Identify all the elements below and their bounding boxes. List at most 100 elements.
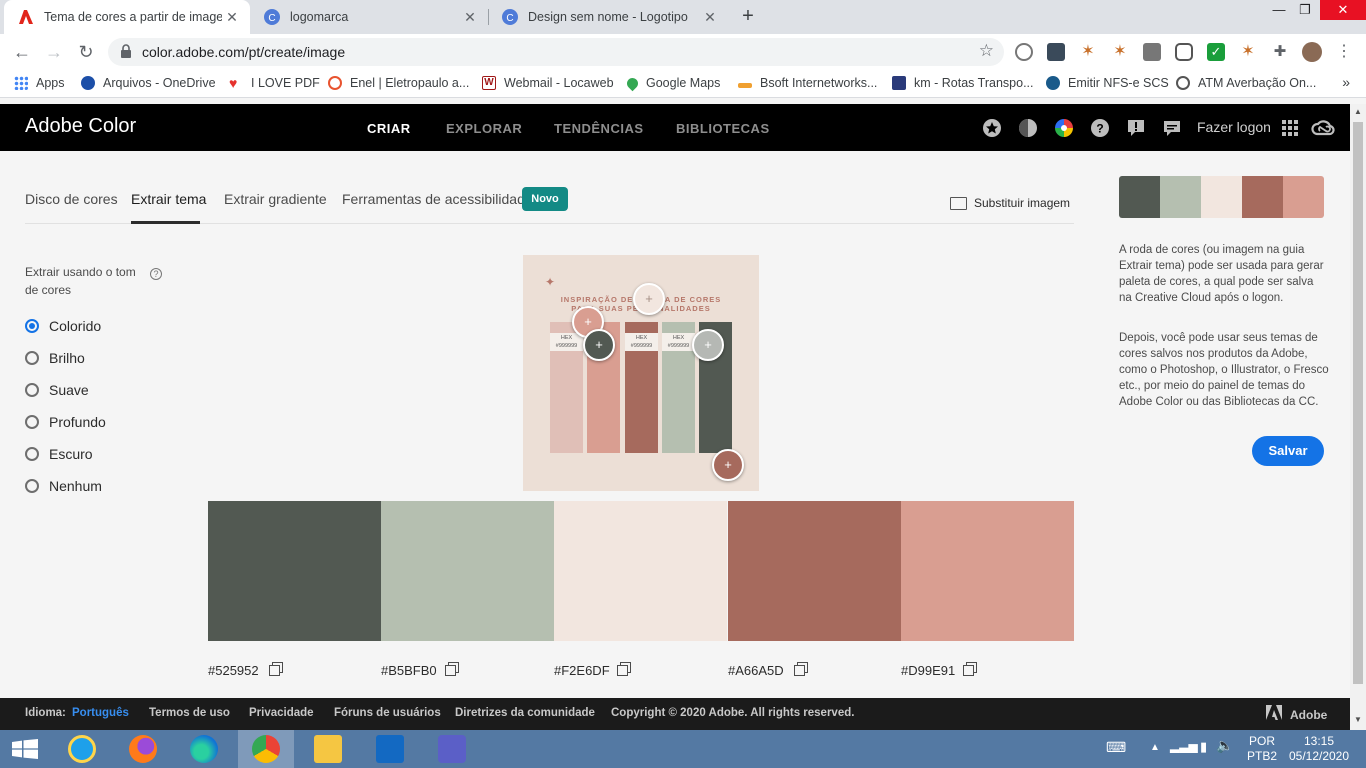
- copy-icon[interactable]: [963, 662, 977, 676]
- show-hidden-icons-icon[interactable]: ▲: [1150, 740, 1160, 755]
- color-picker-handle[interactable]: +: [712, 449, 744, 481]
- replace-image-button[interactable]: Substituir imagem: [950, 196, 1070, 210]
- radio-colorido[interactable]: Colorido: [25, 318, 101, 334]
- radio-profundo[interactable]: Profundo: [25, 414, 106, 430]
- radio-brilho[interactable]: Brilho: [25, 350, 85, 366]
- kebab-menu-icon[interactable]: ⋮: [1335, 43, 1353, 61]
- bookmarks-more-button[interactable]: »: [1342, 74, 1350, 90]
- keyboard-icon[interactable]: ⌨: [1106, 740, 1126, 755]
- color-picker-handle[interactable]: +: [692, 329, 724, 361]
- color-swatch[interactable]: [728, 501, 901, 641]
- maximize-button[interactable]: ❐: [1290, 0, 1320, 20]
- save-button[interactable]: Salvar: [1252, 436, 1324, 466]
- contrast-icon[interactable]: [1018, 118, 1038, 138]
- apps-grid-icon[interactable]: [1280, 118, 1300, 138]
- teams-app[interactable]: [424, 730, 480, 768]
- bookmark-atm[interactable]: ATM Averbação On...: [1176, 76, 1316, 90]
- radio-nenhum[interactable]: Nenhum: [25, 478, 102, 494]
- extension-icon[interactable]: ✶: [1079, 43, 1097, 61]
- radio-button[interactable]: [25, 447, 39, 461]
- nav-criar[interactable]: CRIAR: [367, 121, 411, 136]
- bookmark-apps[interactable]: Apps: [14, 76, 65, 90]
- instagram-icon[interactable]: [1175, 43, 1193, 61]
- internet-explorer-app[interactable]: [54, 730, 110, 768]
- footer-link-terms[interactable]: Termos de uso: [149, 707, 230, 719]
- extension-icon[interactable]: ✶: [1239, 43, 1257, 61]
- color-swatch[interactable]: [208, 501, 381, 641]
- bookmark-km-rotas[interactable]: km - Rotas Transpo...: [892, 76, 1033, 90]
- clock[interactable]: 13:15 05/12/2020: [1288, 734, 1350, 764]
- color-swatch[interactable]: [554, 501, 727, 641]
- hex-value[interactable]: #D99E91: [901, 663, 955, 678]
- scrollbar-thumb[interactable]: [1353, 122, 1363, 684]
- tab-extrair-gradiente[interactable]: Extrair gradiente: [224, 191, 327, 207]
- radio-button[interactable]: [25, 319, 39, 333]
- file-explorer-app[interactable]: [300, 730, 356, 768]
- bookmark-enel[interactable]: Enel | Eletropaulo a...: [328, 76, 469, 90]
- tab-extrair-tema[interactable]: Extrair tema: [131, 191, 206, 207]
- color-picker-handle[interactable]: +: [633, 283, 665, 315]
- tab-disco-de-cores[interactable]: Disco de cores: [25, 191, 118, 207]
- footer-link-forums[interactable]: Fóruns de usuários: [334, 707, 441, 719]
- bookmark-nfse[interactable]: Emitir NFS-e SCS: [1046, 76, 1169, 90]
- color-swatch[interactable]: [901, 501, 1074, 641]
- radio-button[interactable]: [25, 351, 39, 365]
- hex-value[interactable]: #B5BFB0: [381, 663, 437, 678]
- bookmark-star-icon[interactable]: ☆: [979, 41, 994, 61]
- tab-design-sem-nome[interactable]: C Design sem nome - Logotipo ✕: [488, 0, 728, 34]
- outlook-app[interactable]: [362, 730, 418, 768]
- avatar[interactable]: [1302, 42, 1322, 62]
- edge-app[interactable]: [176, 730, 232, 768]
- close-icon[interactable]: ✕: [460, 9, 480, 26]
- color-picker-handle[interactable]: +: [583, 329, 615, 361]
- address-bar[interactable]: color.adobe.com/pt/create/image ☆: [108, 38, 1004, 66]
- nav-explorar[interactable]: EXPLORAR: [446, 121, 522, 136]
- tab-logomarca[interactable]: C logomarca ✕: [250, 0, 488, 34]
- source-image[interactable]: ✦ INSPIRAÇÃO DE PALETA DE CORES PARA SUA…: [523, 255, 759, 491]
- windows-start-icon[interactable]: [12, 739, 38, 759]
- extension-icon[interactable]: [1015, 43, 1033, 61]
- radio-button[interactable]: [25, 479, 39, 493]
- bookmark-webmail[interactable]: W Webmail - Locaweb: [482, 76, 614, 90]
- copy-icon[interactable]: [617, 662, 631, 676]
- hex-value[interactable]: #F2E6DF: [554, 663, 610, 678]
- copy-icon[interactable]: [794, 662, 808, 676]
- new-tab-button[interactable]: +: [736, 5, 760, 29]
- puzzle-icon[interactable]: ✚: [1271, 43, 1289, 61]
- radio-button[interactable]: [25, 383, 39, 397]
- footer-link-privacy[interactable]: Privacidade: [249, 707, 314, 719]
- adobe-logo-icon[interactable]: [1266, 705, 1282, 720]
- hex-value[interactable]: #525952: [208, 663, 259, 678]
- close-icon[interactable]: ✕: [700, 9, 720, 26]
- reload-icon[interactable]: ↻: [74, 40, 98, 64]
- firefox-app[interactable]: [115, 730, 171, 768]
- check-icon[interactable]: ✓: [1207, 43, 1225, 61]
- network-icon[interactable]: ▂▃▅: [1170, 739, 1198, 754]
- forward-arrow-icon[interactable]: →: [42, 40, 66, 64]
- extension-icon[interactable]: ✶: [1111, 43, 1129, 61]
- footer-link-guidelines[interactable]: Diretrizes da comunidade: [455, 707, 595, 719]
- back-arrow-icon[interactable]: ←: [10, 40, 34, 64]
- copy-icon[interactable]: [445, 662, 459, 676]
- radio-suave[interactable]: Suave: [25, 382, 89, 398]
- close-icon[interactable]: ✕: [222, 9, 242, 26]
- input-language[interactable]: POR PTB2: [1247, 734, 1277, 764]
- extension-icon[interactable]: [1143, 43, 1161, 61]
- help-icon[interactable]: ?: [150, 268, 162, 280]
- scroll-up-arrow-icon[interactable]: ▲: [1350, 104, 1366, 120]
- help-icon[interactable]: ?: [1090, 118, 1110, 138]
- nav-bibliotecas[interactable]: BIBLIOTECAS: [676, 121, 770, 136]
- bookmark-ilovepdf[interactable]: ♥ I LOVE PDF: [229, 76, 320, 90]
- tab-ferramentas-acessibilidade[interactable]: Ferramentas de acessibilidade: [342, 191, 533, 207]
- language-selector[interactable]: Português: [72, 707, 129, 719]
- window-close-button[interactable]: ✕: [1320, 0, 1366, 20]
- chrome-app[interactable]: [238, 730, 294, 768]
- feedback-alert-icon[interactable]: [1126, 118, 1146, 138]
- bookmark-bsoft[interactable]: Bsoft Internetworks...: [738, 76, 877, 90]
- bookmark-onedrive[interactable]: Arquivos - OneDrive: [81, 76, 216, 90]
- copy-icon[interactable]: [269, 662, 283, 676]
- chat-icon[interactable]: [1162, 118, 1182, 138]
- site-logo[interactable]: Adobe Color: [25, 115, 136, 138]
- battery-icon[interactable]: ▮: [1200, 739, 1207, 754]
- radio-button[interactable]: [25, 415, 39, 429]
